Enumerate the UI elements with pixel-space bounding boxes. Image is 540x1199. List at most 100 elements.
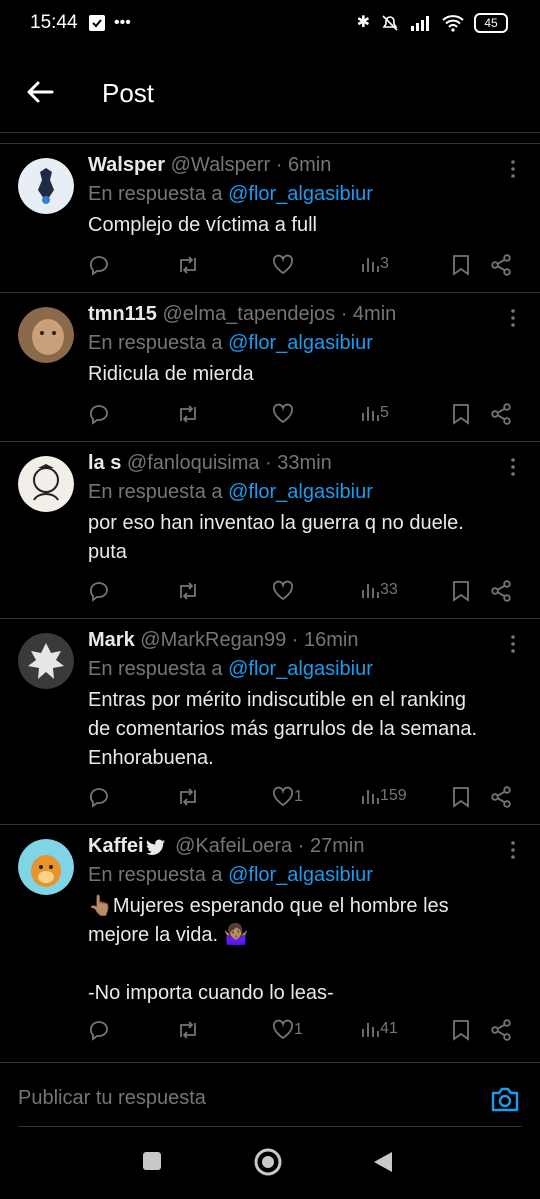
reply-context: En respuesta a @flor_algasibiur xyxy=(88,658,520,681)
reply-mention-link[interactable]: @flor_algasibiur xyxy=(228,481,373,503)
reply-icon xyxy=(90,256,108,276)
share-button[interactable] xyxy=(490,1019,512,1041)
reply-post[interactable]: Kaffei @KafeiLoera · 27min En respuesta … xyxy=(0,824,540,1057)
avatar[interactable] xyxy=(18,307,74,363)
reply-mention-link[interactable]: @flor_algasibiur xyxy=(228,183,373,205)
like-button[interactable]: 1 xyxy=(272,786,303,808)
like-button[interactable] xyxy=(272,254,294,276)
user-handle[interactable]: @fanloquisima xyxy=(127,452,260,474)
composer-underline xyxy=(18,1126,522,1127)
reply-prefix: En respuesta a xyxy=(88,864,223,886)
reply-post[interactable]: Walsper @Walsperr · 6min En respuesta a … xyxy=(0,143,540,292)
more-options-icon[interactable] xyxy=(506,456,520,478)
home-circle-icon[interactable] xyxy=(253,1147,283,1177)
repost-button[interactable] xyxy=(176,1019,200,1041)
post-actions: 1 41 xyxy=(88,1019,520,1045)
reply-icon xyxy=(90,582,108,602)
reply-button[interactable] xyxy=(88,403,110,425)
reply-icon xyxy=(90,788,108,808)
user-handle[interactable]: @MarkRegan99 xyxy=(140,629,286,651)
like-button[interactable]: 1 xyxy=(272,1019,303,1041)
reply-composer: Publicar tu respuesta xyxy=(0,1062,540,1133)
repost-button[interactable] xyxy=(176,403,200,425)
share-button[interactable] xyxy=(490,786,512,808)
user-name[interactable]: Mark xyxy=(88,629,135,651)
repost-button[interactable] xyxy=(176,786,200,808)
back-triangle-icon[interactable] xyxy=(372,1150,394,1174)
share-button[interactable] xyxy=(490,254,512,276)
bookmark-button[interactable] xyxy=(452,786,470,808)
user-name[interactable]: Walsper xyxy=(88,154,165,176)
post-text: Ridicula de mierda xyxy=(88,363,254,385)
views-button[interactable]: 159 xyxy=(360,786,407,806)
camera-icon[interactable] xyxy=(490,1085,520,1113)
post-meta: Kaffei @KafeiLoera · 27min xyxy=(88,835,365,857)
reply-input[interactable]: Publicar tu respuesta xyxy=(18,1087,206,1110)
bookmark-button[interactable] xyxy=(452,403,470,425)
views-icon xyxy=(362,790,379,804)
reply-context: En respuesta a @flor_algasibiur xyxy=(88,481,520,504)
status-bar: 15:44 ••• ✱ 45 xyxy=(0,0,540,50)
repost-button[interactable] xyxy=(176,254,200,276)
repost-icon xyxy=(180,788,196,806)
post-text: por eso han inventao la guerra q no duel… xyxy=(88,512,464,563)
avatar[interactable] xyxy=(18,456,74,512)
repost-icon xyxy=(180,1021,196,1039)
more-options-icon[interactable] xyxy=(506,633,520,655)
repost-button[interactable] xyxy=(176,580,200,602)
reply-post[interactable]: la s @fanloquisima · 33min En respuesta … xyxy=(0,441,540,618)
avatar[interactable] xyxy=(18,839,74,895)
reply-post[interactable]: Mark @MarkRegan99 · 16min En respuesta a… xyxy=(0,618,540,824)
post-meta: Mark @MarkRegan99 · 16min xyxy=(88,629,359,651)
user-handle[interactable]: @Walsperr xyxy=(171,154,271,176)
repost-icon xyxy=(180,582,196,600)
post-actions: 5 xyxy=(88,403,520,429)
reply-button[interactable] xyxy=(88,1019,110,1041)
recents-square-icon[interactable] xyxy=(141,1150,163,1172)
like-button[interactable] xyxy=(272,580,294,602)
signal-icon xyxy=(411,16,429,31)
views-button[interactable]: 5 xyxy=(360,403,389,423)
reply-button[interactable] xyxy=(88,254,110,276)
reply-mention-link[interactable]: @flor_algasibiur xyxy=(228,332,373,354)
user-handle[interactable]: @KafeiLoera xyxy=(175,835,292,857)
avatar[interactable] xyxy=(18,633,74,689)
top-bar: Post xyxy=(0,50,540,133)
views-icon xyxy=(362,407,379,421)
post-actions: 1 159 xyxy=(88,786,520,812)
reply-mention-link[interactable]: @flor_algasibiur xyxy=(228,658,373,680)
bookmark-button[interactable] xyxy=(452,1019,470,1041)
heart-icon xyxy=(272,403,294,424)
reply-mention-link[interactable]: @flor_algasibiur xyxy=(228,864,373,886)
user-name[interactable]: la s xyxy=(88,452,121,474)
user-handle[interactable]: @elma_tapendejos xyxy=(163,303,336,325)
share-button[interactable] xyxy=(490,580,512,602)
more-options-icon[interactable] xyxy=(506,839,520,861)
avatar[interactable] xyxy=(18,158,74,214)
back-arrow-icon[interactable] xyxy=(24,76,56,108)
views-button[interactable]: 3 xyxy=(360,254,389,274)
bookmark-icon xyxy=(453,404,469,425)
user-name[interactable]: tmn115 xyxy=(88,303,157,325)
reply-button[interactable] xyxy=(88,786,110,808)
bookmark-button[interactable] xyxy=(452,254,470,276)
views-icon xyxy=(362,1023,379,1037)
post-text: 👆🏽Mujeres esperando que el hombre les me… xyxy=(88,895,449,1004)
user-name[interactable]: Kaffei xyxy=(88,835,144,857)
bookmark-button[interactable] xyxy=(452,580,470,602)
share-icon xyxy=(491,403,511,425)
share-button[interactable] xyxy=(490,403,512,425)
reply-prefix: En respuesta a xyxy=(88,481,223,503)
more-options-icon[interactable] xyxy=(506,307,520,329)
view-count: 33 xyxy=(380,581,398,598)
like-button[interactable] xyxy=(272,403,294,425)
views-button[interactable]: 33 xyxy=(360,580,398,600)
reply-post[interactable]: tmn115 @elma_tapendejos · 4min En respue… xyxy=(0,292,540,441)
share-icon xyxy=(491,786,511,808)
reply-button[interactable] xyxy=(88,580,110,602)
heart-icon xyxy=(272,786,294,807)
more-options-icon[interactable] xyxy=(506,158,520,180)
views-button[interactable]: 41 xyxy=(360,1019,398,1039)
share-icon xyxy=(491,254,511,276)
page-title: Post xyxy=(102,78,155,108)
